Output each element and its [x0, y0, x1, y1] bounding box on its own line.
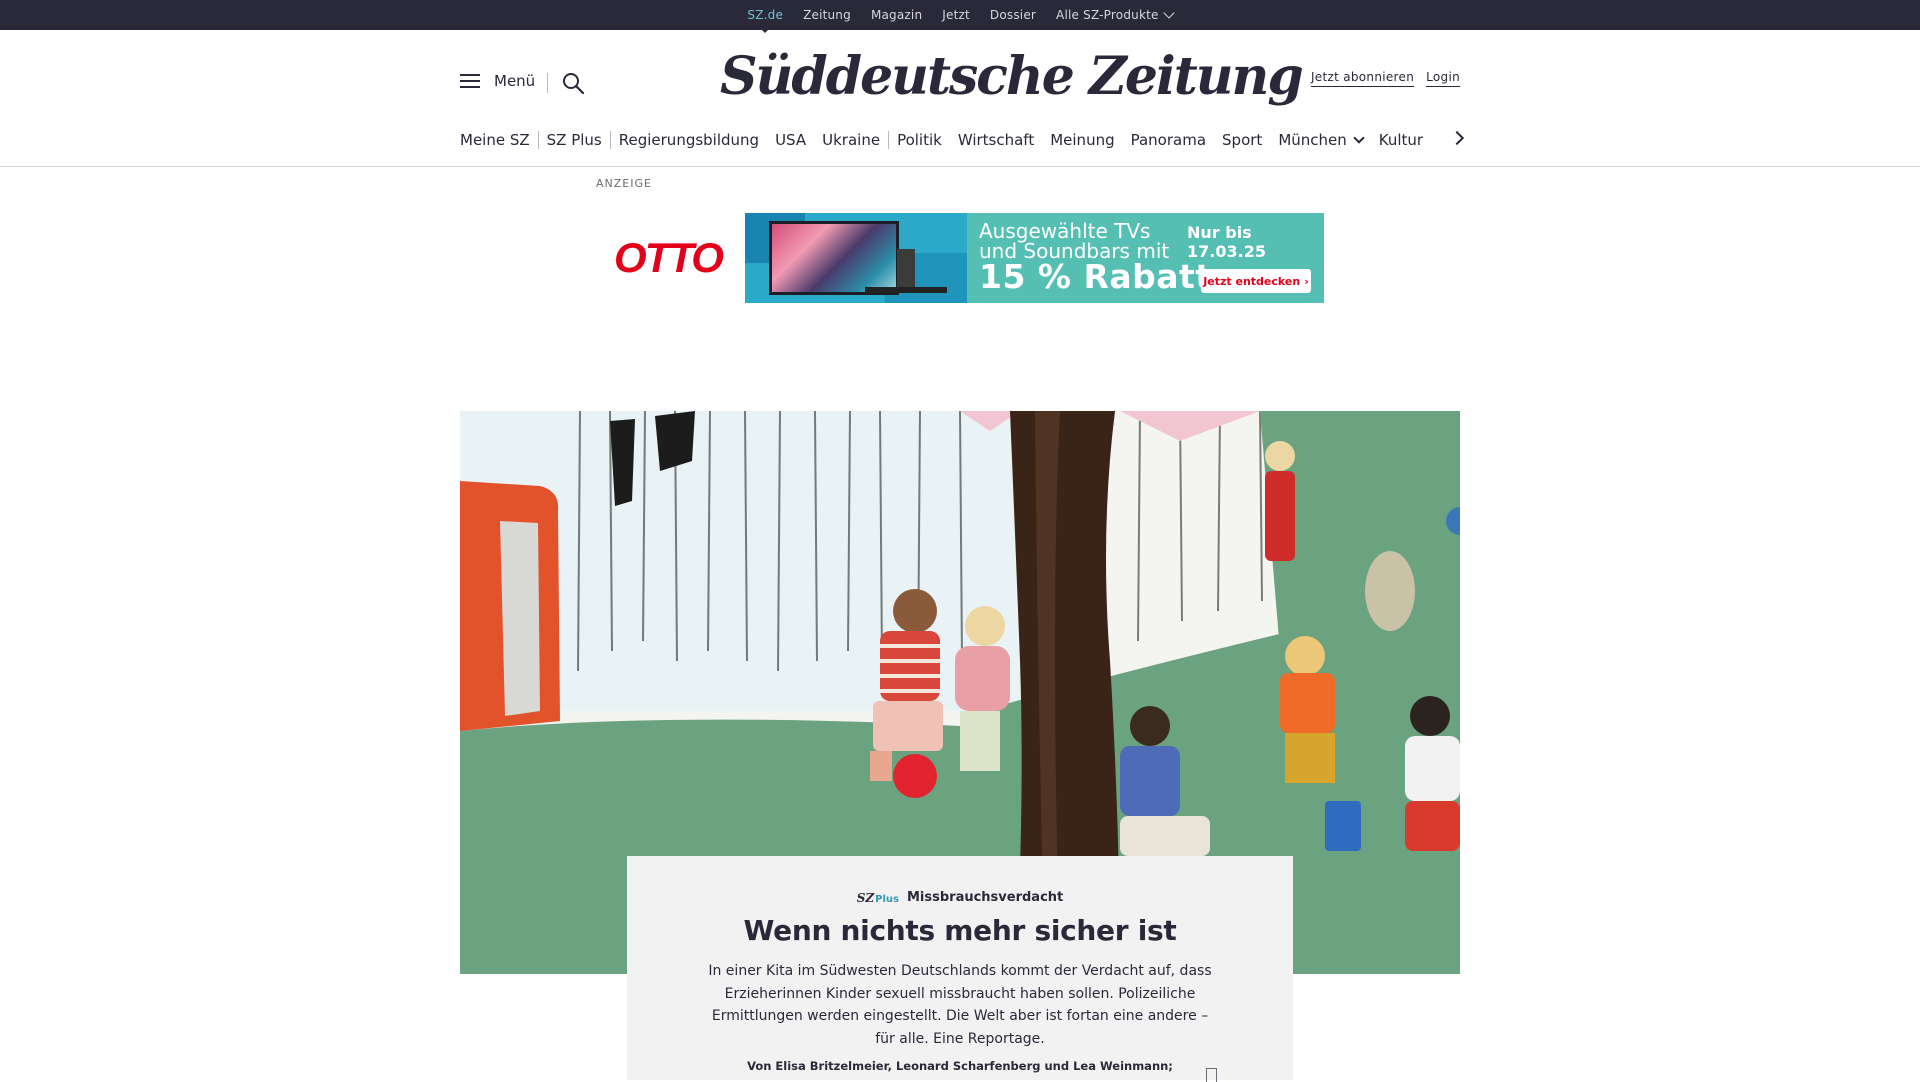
- account-links: Jetzt abonnieren Login: [1310, 70, 1460, 87]
- chevron-right-icon: ›: [1304, 274, 1309, 288]
- nav-item-usa[interactable]: USA: [767, 131, 814, 149]
- ad-headline: Ausgewählte TVs und Soundbars mit: [979, 219, 1170, 263]
- chevron-down-icon: [1162, 7, 1175, 19]
- divider: [547, 73, 548, 93]
- nav-item-regierungsbildung[interactable]: Regierungsbildung: [611, 131, 767, 149]
- subscribe-link[interactable]: Jetzt abonnieren: [1310, 70, 1415, 87]
- section-nav: Meine SZ SZ Plus Regierungsbildung USA U…: [460, 128, 1460, 152]
- topbar-link-magazin[interactable]: Magazin: [871, 8, 922, 22]
- article-summary: In einer Kita im Südwesten Deutschlands …: [708, 963, 1212, 1047]
- chevron-down-icon: [1353, 132, 1365, 144]
- tv-image: [769, 221, 899, 295]
- login-link[interactable]: Login: [1426, 70, 1460, 87]
- otto-logo: OTTO: [614, 234, 724, 281]
- topbar-link-alle-produkte[interactable]: Alle SZ-Produkte: [1056, 7, 1175, 22]
- ad-date: Nur bis 17.03.25: [1187, 223, 1266, 261]
- nav-item-meinung[interactable]: Meinung: [1042, 131, 1122, 149]
- soundbar-image: [865, 287, 947, 293]
- nav-item-wirtschaft[interactable]: Wirtschaft: [950, 131, 1042, 149]
- topbar-link-dossier[interactable]: Dossier: [990, 8, 1036, 22]
- sz-plus-logo: SZPlus: [857, 891, 899, 905]
- menu-button[interactable]: Menü: [460, 72, 535, 90]
- ad-label: ANZEIGE: [596, 177, 652, 190]
- site-logo[interactable]: Süddeutsche Zeitung: [720, 46, 1304, 116]
- ad-brand-logo[interactable]: OTTO: [595, 213, 741, 303]
- nav-item-politik[interactable]: Politik: [889, 131, 950, 149]
- topbar-link-szde[interactable]: SZ.de: [747, 8, 783, 33]
- ad-banner[interactable]: Ausgewählte TVs und Soundbars mit 15 % Ra…: [745, 213, 1324, 303]
- menu-label: Menü: [494, 72, 536, 90]
- nav-item-muenchen[interactable]: München: [1270, 131, 1370, 149]
- kicker-label: Missbrauchsverdacht: [906, 890, 1064, 905]
- hamburger-icon: [460, 73, 480, 89]
- topbar-link-alle-produkte-label: Alle SZ-Produkte: [1056, 8, 1159, 22]
- nav-item-meine-sz[interactable]: Meine SZ: [460, 131, 538, 149]
- article-headline[interactable]: Wenn nichts mehr sicher ist: [627, 914, 1293, 947]
- nav-item-ukraine[interactable]: Ukraine: [814, 131, 888, 149]
- site-header: Menü Süddeutsche Zeitung Jetzt abonniere…: [0, 30, 1920, 167]
- speaker-image: [897, 249, 915, 289]
- search-icon[interactable]: [561, 71, 585, 95]
- nav-item-sz-plus[interactable]: SZ Plus: [539, 131, 610, 149]
- article-teaser[interactable]: SZPlus Missbrauchsverdacht Wenn nichts m…: [627, 856, 1293, 1082]
- sz-plus-brand: SZ: [856, 890, 875, 905]
- article-byline: Von Elisa Britzelmeier, Leonard Scharfen…: [747, 1059, 1173, 1073]
- teaser-kicker: SZPlus Missbrauchsverdacht: [627, 890, 1293, 905]
- topbar-link-zeitung[interactable]: Zeitung: [803, 8, 851, 22]
- topbar-link-jetzt[interactable]: Jetzt: [942, 8, 970, 22]
- nav-item-muenchen-label: München: [1278, 131, 1347, 149]
- nav-item-panorama[interactable]: Panorama: [1123, 131, 1214, 149]
- sz-plus-suffix: Plus: [875, 893, 899, 905]
- nav-item-sport[interactable]: Sport: [1214, 131, 1270, 149]
- service-bar: SZ.de Zeitung Magazin Jetzt Dossier Alle…: [0, 0, 1920, 33]
- nav-item-kultur[interactable]: Kultur: [1371, 131, 1431, 149]
- ad-cta-button[interactable]: Jetzt entdecken ›: [1201, 269, 1311, 293]
- ad-cta-label: Jetzt entdecken: [1203, 274, 1301, 288]
- ad-offer: 15 % Rabatt: [979, 257, 1212, 296]
- ad-image: [745, 213, 967, 303]
